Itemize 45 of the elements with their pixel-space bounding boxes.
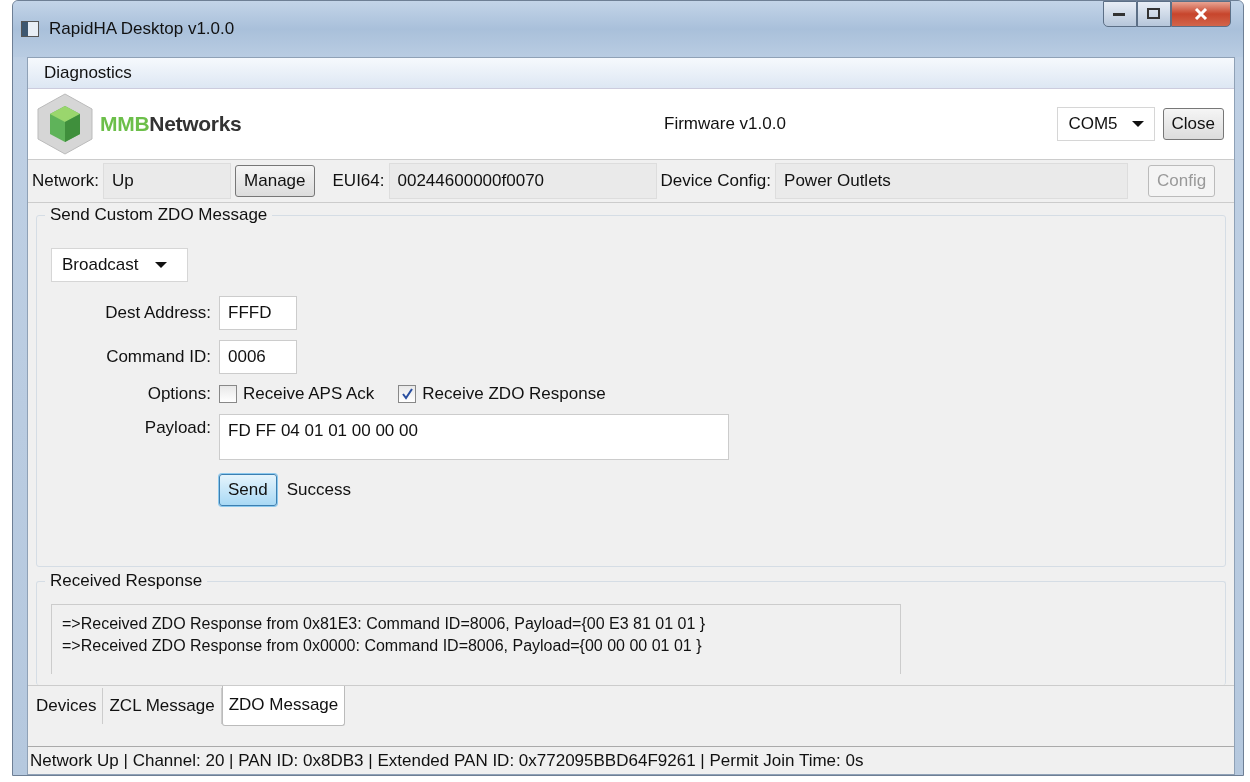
field-label: Command ID: [105,347,211,367]
dest-address-field[interactable]: FFFD [219,296,297,330]
tab[interactable]: ZDO Message [221,686,346,726]
tab[interactable]: ZCL Message [103,688,222,724]
status-bar: Network Up | Channel: 20 | PAN ID: 0x8DB3 | Extended PAN ID: 0x772095BBD64F9261 | Permit Join Time: 0s [28,746,1234,774]
log-line: =>Received ZDO Response from 0x81E3: Command ID=8006, Payload={00 E3 81 01 01 } [62,614,707,634]
field-label: Payload: [143,417,211,438]
minimize-button[interactable] [1103,1,1137,27]
window-title: RapidHA Desktop v1.0.0 [49,19,236,39]
option-checkbox[interactable]: Receive ZDO Response [398,384,606,404]
checkbox[interactable] [398,385,417,403]
close-button[interactable] [1171,1,1231,27]
network-status-field: Up [103,163,232,199]
field-label: Options: [146,384,211,404]
send-result: Success [286,480,351,500]
caret-icon [154,262,167,268]
app-icon [21,21,39,37]
command-id-field[interactable]: 0006 [219,340,297,374]
send-button[interactable]: Send [219,474,277,506]
maximize-button[interactable] [1137,1,1171,27]
option-checkbox[interactable]: Receive APS Ack [219,384,375,404]
firmware-version: Firmware v1.0.0 [664,114,787,134]
log-line: =>Received ZDO Response from 0x0000: Command ID=8006, Payload={00 00 00 01 01 } [62,636,703,656]
cube-logo-icon [34,92,96,156]
eui64-label: EUI64: [332,171,385,191]
caret-icon [1131,121,1144,127]
manage-button[interactable]: Manage [235,165,315,197]
device-config-field: Power Outlets [775,163,1129,199]
checkbox[interactable] [219,385,237,403]
minimize-icon [1113,11,1127,17]
eui64-field: 00244600000f0070 [388,163,657,199]
tab[interactable]: Devices [30,688,104,724]
menu-item[interactable]: Diagnostics [38,61,138,85]
maximize-icon [1147,8,1161,20]
port-dropdown[interactable]: COM5 [1057,107,1155,141]
company-logo-text: MMBNetworks [100,112,242,136]
close-icon [1194,8,1208,20]
device-config-label: Device Config: [660,171,772,191]
field-label: Dest Address: [104,303,211,323]
close-port-button[interactable]: Close [1162,108,1224,140]
payload-field[interactable]: FD FF 04 01 01 00 00 00 [219,414,729,460]
network-label: Network: [32,171,100,191]
group-title: Send Custom ZDO Message [45,205,273,225]
address-mode-dropdown[interactable]: Broadcast [51,248,188,282]
group-title: Received Response [45,571,208,591]
